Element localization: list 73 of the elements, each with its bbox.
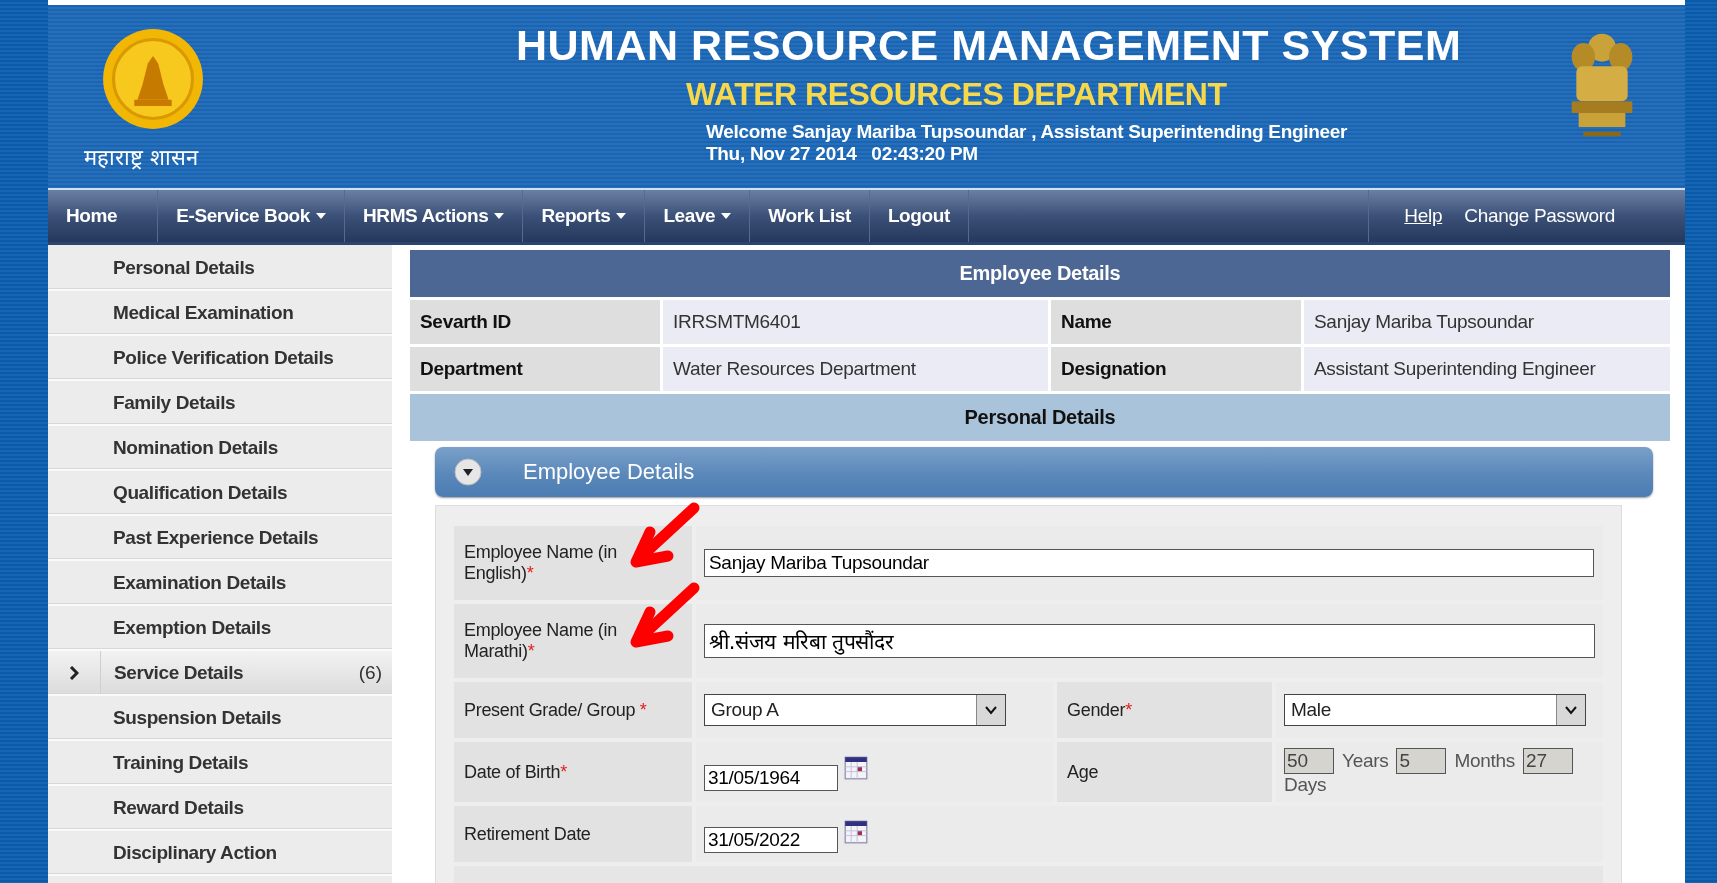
section-title: Personal Details	[964, 406, 1116, 429]
info-label: Sevarth ID	[410, 300, 660, 344]
years-field[interactable]: 50	[1284, 748, 1334, 774]
welcome-text: Welcome Sanjay Mariba Tupsoundar , Assistant Superintending Engineer	[706, 121, 1349, 143]
sidebar-label: Suspension Details	[112, 706, 283, 729]
date-time: Thu, Nov 27 2014 02:43:20 PM	[706, 143, 979, 165]
info-value: Assistant Superintending Engineer	[1304, 347, 1670, 391]
sidebar-item[interactable]: Suspension Details	[48, 696, 392, 741]
field-label: Age	[1057, 742, 1272, 802]
menu-item[interactable]: Reports	[523, 190, 646, 242]
panel-header[interactable]: Employee Details	[435, 447, 1653, 497]
text-field[interactable]: Sanjay Mariba Tupsoundar	[704, 549, 1594, 577]
sidebar-item[interactable]: Family Details	[48, 381, 392, 426]
info-label: Name	[1051, 300, 1301, 344]
menu-link[interactable]: Change Password	[1464, 205, 1615, 227]
dropdown[interactable]: Group A	[704, 694, 1006, 726]
menu-item[interactable]: Work List	[750, 190, 870, 242]
sidebar-label: Training Details	[112, 751, 250, 774]
sidebar-label: Family Details	[112, 391, 237, 414]
info-label: Department	[410, 347, 660, 391]
panel-title: Employee Details	[523, 459, 695, 485]
days-field[interactable]: 27	[1522, 748, 1573, 774]
system-title: HUMAN RESOURCE MANAGEMENT SYSTEM	[516, 21, 1462, 70]
field-label: Retirement Date	[454, 806, 692, 862]
sidebar-label: Personal Details	[112, 256, 256, 279]
sidebar-label: Medical Examination	[112, 301, 295, 324]
date-field[interactable]: 31/05/1964	[704, 765, 838, 791]
sidebar-item[interactable]: Training Details	[48, 741, 392, 786]
field-label: Gender*	[1057, 682, 1272, 738]
dropdown[interactable]: Male	[1284, 694, 1586, 726]
sidebar-label: Disciplinary Action	[112, 841, 278, 864]
unit-label: Days	[1284, 774, 1328, 796]
info-value: Water Resources Department	[663, 347, 1048, 391]
sidebar-item[interactable]: Past Experience Details	[48, 516, 392, 561]
sidebar-item[interactable]: Nomination Details	[48, 426, 392, 471]
sidebar-item[interactable]: Reward Details	[48, 786, 392, 831]
sidebar-item[interactable]: Police Verification Details	[48, 336, 392, 381]
sidebar-label: Reward Details	[112, 796, 245, 819]
sidebar-item[interactable]: Qualification Details	[48, 471, 392, 516]
menu-item[interactable]: HRMS Actions	[345, 190, 524, 242]
item-count: (6)	[358, 661, 383, 684]
sidebar-item[interactable]: Disciplinary Action	[48, 831, 392, 876]
sidebar-label: Past Experience Details	[112, 526, 320, 549]
months-field[interactable]: 5	[1396, 748, 1447, 774]
info-value: IRRSMTM6401	[663, 300, 1048, 344]
sidebar-item[interactable]: Service Details (6)	[48, 651, 392, 696]
menu-link[interactable]: Help	[1404, 205, 1443, 227]
sidebar-label: Qualification Details	[112, 481, 289, 504]
menu-item[interactable]: Logout	[869, 190, 969, 242]
info-label: Designation	[1051, 347, 1301, 391]
date-field[interactable]: 31/05/2022	[704, 827, 838, 853]
department-title: WATER RESOURCES DEPARTMENT	[686, 76, 1228, 113]
unit-label: Months	[1453, 750, 1516, 772]
field-label: Employee Name (in English)*	[454, 526, 692, 600]
field-label: Date of Birth*	[454, 742, 692, 802]
state-name: महाराष्ट्र शासन	[84, 144, 198, 171]
unit-label: Years	[1341, 750, 1390, 772]
sidebar-label: Service Details	[113, 661, 245, 684]
sidebar-label: Police Verification Details	[112, 346, 335, 369]
menu-item[interactable]: Home	[48, 190, 159, 242]
sidebar-item[interactable]: Examination Details	[48, 561, 392, 606]
field-label: Present Grade/ Group *	[454, 682, 692, 738]
sidebar-item[interactable]: Personal Details	[48, 246, 392, 291]
sidebar-label: Exemption Details	[112, 616, 272, 639]
field-label: Employee Name (in Marathi)*	[454, 604, 692, 678]
sidebar-label: Examination Details	[112, 571, 287, 594]
info-value: Sanjay Mariba Tupsoundar	[1304, 300, 1670, 344]
menu-item[interactable]: E-Service Book	[158, 190, 345, 242]
text-field[interactable]: श्री.संजय मरिबा तुपसौंदर	[704, 624, 1595, 658]
section-title: Employee Details	[959, 262, 1121, 285]
menu-item[interactable]: Leave	[645, 190, 751, 242]
sidebar-label: Nomination Details	[112, 436, 279, 459]
sidebar-item[interactable]: Medical Examination	[48, 291, 392, 336]
